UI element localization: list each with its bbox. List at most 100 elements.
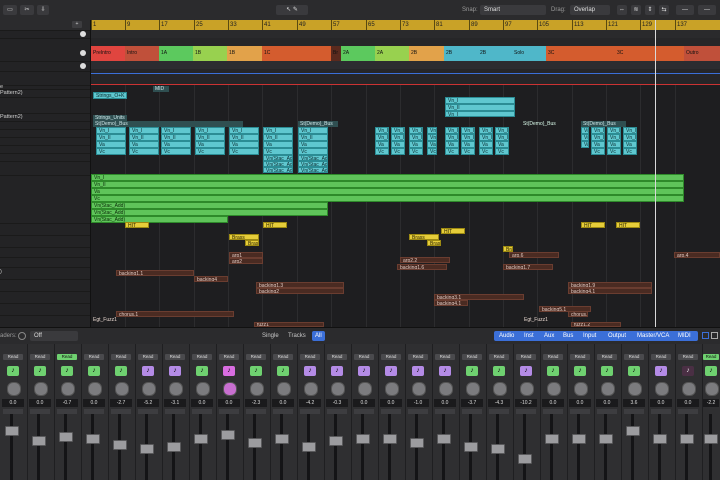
pan-knob[interactable] bbox=[655, 382, 669, 396]
instrument-icon[interactable]: ♪ bbox=[358, 366, 370, 376]
instrument-icon[interactable]: ♪ bbox=[439, 366, 451, 376]
fader-cap[interactable] bbox=[545, 434, 559, 444]
automation-read[interactable]: Read bbox=[219, 354, 239, 360]
region-vc[interactable]: Vc bbox=[479, 148, 493, 155]
automation-read[interactable]: Read bbox=[543, 354, 563, 360]
region-vn2[interactable]: Vn_II bbox=[298, 134, 328, 141]
region-vn1[interactable]: Vn_I bbox=[445, 127, 459, 134]
add-track-icon[interactable]: + bbox=[72, 21, 82, 28]
pan-knob[interactable] bbox=[705, 382, 719, 396]
region-vn2[interactable]: Vn_II bbox=[195, 134, 225, 141]
tab-single[interactable]: Single bbox=[259, 331, 282, 341]
audio-icon[interactable]: ♪ bbox=[250, 366, 262, 376]
insert-slot[interactable] bbox=[678, 409, 698, 414]
region-vc[interactable]: Vc bbox=[161, 148, 191, 155]
region-vc[interactable]: Vc bbox=[495, 148, 509, 155]
section-marker[interactable]: Intro bbox=[125, 46, 159, 61]
fader-cap[interactable] bbox=[491, 444, 505, 454]
tempo-track[interactable] bbox=[91, 61, 720, 85]
region-va[interactable]: Va bbox=[427, 141, 437, 148]
insert-slot[interactable] bbox=[516, 409, 536, 414]
pan-knob[interactable] bbox=[385, 382, 399, 396]
volume-fader[interactable] bbox=[464, 414, 478, 480]
volume-fader[interactable] bbox=[59, 414, 73, 480]
fader-cap[interactable] bbox=[464, 442, 478, 452]
volume-fader[interactable] bbox=[518, 414, 532, 480]
region-vn1[interactable]: Vn_I bbox=[391, 127, 405, 134]
audio-icon[interactable]: ♪ bbox=[196, 366, 208, 376]
pan-knob[interactable] bbox=[34, 382, 48, 396]
audio-icon[interactable]: ♪ bbox=[574, 366, 586, 376]
region-vn1[interactable]: Vn_I bbox=[581, 127, 589, 134]
pan-knob[interactable] bbox=[277, 382, 291, 396]
region-vn2[interactable]: Vn_II bbox=[161, 134, 191, 141]
pan-knob[interactable] bbox=[223, 382, 237, 396]
volume-fader[interactable] bbox=[248, 414, 262, 480]
region-vc[interactable]: Vc bbox=[375, 148, 389, 155]
section-marker[interactable]: 1B bbox=[227, 46, 262, 61]
region-va[interactable]: Va bbox=[623, 141, 637, 148]
add-marker-icon[interactable] bbox=[80, 31, 86, 37]
pan-knob[interactable] bbox=[547, 382, 561, 396]
fader-cap[interactable] bbox=[626, 426, 640, 436]
filter-aux[interactable]: Aux bbox=[541, 331, 557, 341]
automation-read[interactable]: Read bbox=[624, 354, 644, 360]
region-va[interactable]: Va bbox=[607, 141, 621, 148]
region-vn2[interactable]: Vn_II bbox=[229, 134, 259, 141]
section-marker[interactable]: Br bbox=[331, 46, 341, 61]
region-vn1[interactable]: Vn_I bbox=[461, 127, 475, 134]
region-arp[interactable]: arp2 bbox=[229, 258, 263, 264]
pan-knob[interactable] bbox=[304, 382, 318, 396]
automation-read[interactable]: Read bbox=[354, 354, 374, 360]
midi-region[interactable]: MID bbox=[153, 86, 169, 92]
automation-read[interactable]: Read bbox=[381, 354, 401, 360]
tempo-track-header[interactable] bbox=[0, 71, 90, 86]
region-hit[interactable]: HIT bbox=[441, 228, 465, 234]
region-vn-stac[interactable]: Vn(Stac_Add) bbox=[263, 167, 293, 173]
region-vc[interactable]: Vc bbox=[623, 148, 637, 155]
region-vn2[interactable]: Vn_II bbox=[623, 134, 637, 141]
tracks-area[interactable]: MID Strings_O+K Vn_I Vn_II Vn_I Strings_… bbox=[91, 85, 720, 327]
pan-knob[interactable] bbox=[196, 382, 210, 396]
region-va[interactable]: Vn_I bbox=[445, 111, 515, 117]
region-va[interactable]: Va bbox=[263, 141, 293, 148]
volume-fader[interactable] bbox=[704, 414, 718, 480]
add-signature-icon[interactable] bbox=[80, 63, 86, 69]
filter-midi[interactable]: MIDI bbox=[675, 331, 694, 341]
region-backing[interactable]: backing4.1 bbox=[434, 300, 468, 306]
region-vc[interactable]: Vc bbox=[263, 148, 293, 155]
volume-fader[interactable] bbox=[491, 414, 505, 480]
section-marker[interactable]: Solo bbox=[512, 46, 546, 61]
audio-icon[interactable]: ♪ bbox=[466, 366, 478, 376]
pointer-tool-button[interactable]: ↖ ✎ bbox=[276, 5, 308, 15]
marker-track-header[interactable] bbox=[0, 30, 90, 39]
power-icon[interactable] bbox=[18, 332, 26, 340]
fader-cap[interactable] bbox=[86, 434, 100, 444]
region-va[interactable]: Va bbox=[96, 141, 126, 148]
volume-fader[interactable] bbox=[275, 414, 289, 480]
fader-cap[interactable] bbox=[221, 430, 235, 440]
volume-fader[interactable] bbox=[86, 414, 100, 480]
region-vn1[interactable]: Vn_I bbox=[445, 97, 515, 104]
region-arp[interactable]: arp.4 bbox=[674, 252, 720, 258]
track-row[interactable] bbox=[0, 97, 90, 114]
arrangement-track[interactable]: PreIntro Intro 1A 1B 1B 1C Br 2A 2A 2B 2… bbox=[91, 46, 720, 61]
pan-knob[interactable] bbox=[61, 382, 75, 396]
region-va[interactable]: Va bbox=[581, 141, 589, 148]
section-marker[interactable]: 2A bbox=[341, 46, 375, 61]
track-row[interactable] bbox=[0, 161, 90, 176]
fader-cap[interactable] bbox=[572, 434, 586, 444]
region-va[interactable]: Va bbox=[391, 141, 405, 148]
region-hit[interactable]: HIT bbox=[616, 222, 640, 228]
pan-knob[interactable] bbox=[439, 382, 453, 396]
instrument-icon[interactable]: ♪ bbox=[223, 366, 235, 376]
fader-cap[interactable] bbox=[59, 432, 73, 442]
region-green-va[interactable]: Va bbox=[91, 188, 684, 195]
region-vc[interactable]: Vc bbox=[298, 148, 328, 155]
scissors-icon[interactable]: ✂ bbox=[20, 5, 34, 15]
instrument-icon[interactable]: ♪ bbox=[412, 366, 424, 376]
region-vn2[interactable]: Vn_II bbox=[409, 134, 423, 141]
region-va[interactable]: Va bbox=[229, 141, 259, 148]
audio-icon[interactable]: ♪ bbox=[547, 366, 559, 376]
fader-cap[interactable] bbox=[140, 444, 154, 454]
